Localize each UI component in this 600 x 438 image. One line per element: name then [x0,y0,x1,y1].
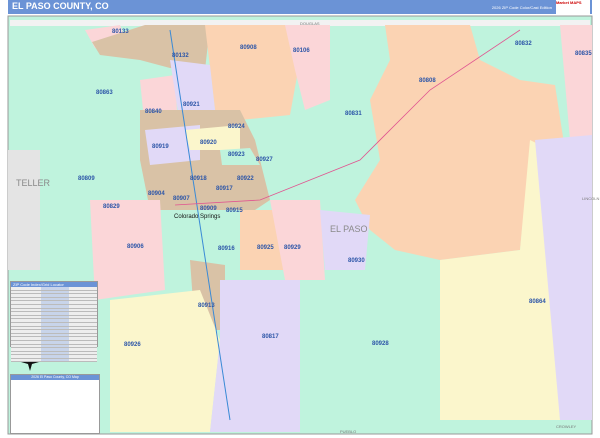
zip-label: 80817 [262,334,279,340]
zip-label: 80926 [124,342,141,348]
zip-label: 80920 [200,140,217,146]
zip-label: 80927 [256,157,273,163]
county-label-crowley: CROWLEY [556,424,577,429]
county-label-teller: TELLER [16,178,51,188]
zip-label: 80923 [228,152,245,158]
zip-label: 80915 [226,208,243,214]
zip-label: 80928 [372,341,389,347]
zip-label: 80919 [152,144,169,150]
zip-label: 80929 [284,245,301,251]
zip-label: 80832 [515,41,532,47]
zip-label: 80835 [575,51,592,57]
zip-area-80906 [90,200,165,300]
header-bar: EL PASO COUNTY, CO 2026 ZIP Code Color/C… [8,0,592,14]
city-label-colorado-springs: Colorado Springs [174,214,220,220]
zip-area-80908 [205,25,300,120]
zip-label: 80829 [103,204,120,210]
zip-label: 80840 [145,109,162,115]
zip-label: 80924 [228,124,245,130]
map-legend: 2026 El Paso County, CO Map [10,374,100,434]
county-label-el-paso: EL PASO [330,224,368,234]
zip-label: 80106 [293,48,310,54]
map-title: EL PASO COUNTY, CO [12,1,109,11]
edition-label: 2026 ZIP Code Color/Cast Edition [491,5,552,10]
zip-area-80926 [110,290,220,432]
zip-label: 80913 [198,303,215,309]
zip-area-80817 [210,280,300,432]
zip-label: 80917 [216,186,233,192]
zip-label: 80864 [529,299,546,305]
zip-label: 80904 [148,191,165,197]
zip-label: 80133 [112,29,129,35]
zip-label: 80930 [348,258,365,264]
zip-label: 80132 [172,53,189,59]
market-maps-logo: Market MAPS [556,0,590,14]
legend-title: 2026 El Paso County, CO Map [11,375,99,380]
zip-label: 80921 [183,102,200,108]
zip-label: 80909 [200,206,217,212]
zip-label: 80831 [345,111,362,117]
zip-label: 80916 [218,246,235,252]
county-label-lincoln: LINCOLN [582,196,599,201]
zip-label: 80906 [127,244,144,250]
zip-label: 80908 [240,45,257,51]
teller-county-area [8,150,40,270]
zip-label: 80925 [257,245,274,251]
zip-label: 80922 [237,176,254,182]
zip-label: 80863 [96,90,113,96]
zip-label: 80918 [190,176,207,182]
county-label-douglas: DOUGLAS [300,21,320,26]
county-label-pueblo: PUEBLO [340,429,356,434]
zip-label: 80809 [78,176,95,182]
zip-label: 80808 [419,78,436,84]
zip-index-grid-locator: ZIP Code Index/Grid Locator [10,281,98,363]
zip-label: 80907 [173,196,190,202]
